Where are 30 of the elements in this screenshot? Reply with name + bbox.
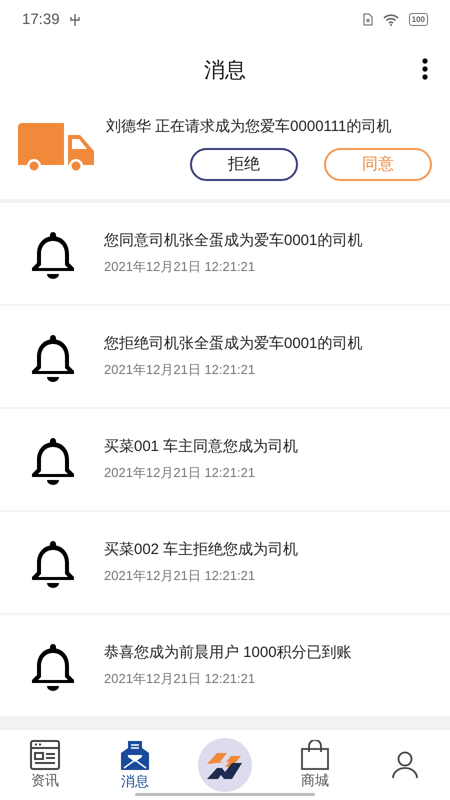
notification-message: 您拒绝司机张全蛋成为爱车0001的司机	[104, 334, 362, 354]
more-menu-icon[interactable]	[422, 56, 428, 81]
nav-tab[interactable]: 资讯	[0, 730, 90, 800]
shopping-bag-icon	[301, 740, 329, 770]
person-icon	[392, 751, 418, 780]
tab-label: 消息	[121, 773, 149, 792]
notification-time: 2021年12月21日 12:21:21	[104, 670, 256, 688]
clock-time: 17:39	[22, 11, 60, 28]
tab-label: 资讯	[31, 772, 59, 790]
notification-message: 您同意司机张全蛋成为爱车0001的司机	[104, 231, 362, 250]
newspaper-icon	[30, 740, 60, 770]
request-message: 刘德华 正在请求成为您爱车0000111的司机	[106, 117, 392, 136]
nav-tab[interactable]: 商城	[270, 730, 360, 800]
notification-time: 2021年12月21日 12:21:21	[104, 464, 256, 482]
notification-message: 买菜002 车主拒绝您成为司机	[104, 540, 298, 560]
envelope-icon	[120, 739, 150, 772]
notification-time: 2021年12月21日 12:21:21	[104, 567, 256, 586]
notification-time: 2021年12月21日 12:21:21	[104, 258, 256, 276]
tab-label: 商城	[301, 772, 329, 790]
page-title: 消息	[204, 58, 246, 84]
nav-tab[interactable]: 消息	[90, 730, 180, 800]
app-logo-icon[interactable]	[198, 738, 252, 792]
notification-time: 2021年12月21日 12:21:21	[104, 361, 256, 380]
wifi-icon	[382, 14, 399, 26]
sim-card-icon	[362, 13, 373, 26]
notification-message: 恭喜您成为前晨用户 1000积分已到账	[104, 643, 352, 662]
reject-button[interactable]: 拒绝	[190, 148, 298, 182]
battery-icon: 100	[408, 13, 428, 26]
usb-icon	[70, 12, 80, 27]
notification-message: 买菜001 车主同意您成为司机	[104, 437, 298, 456]
